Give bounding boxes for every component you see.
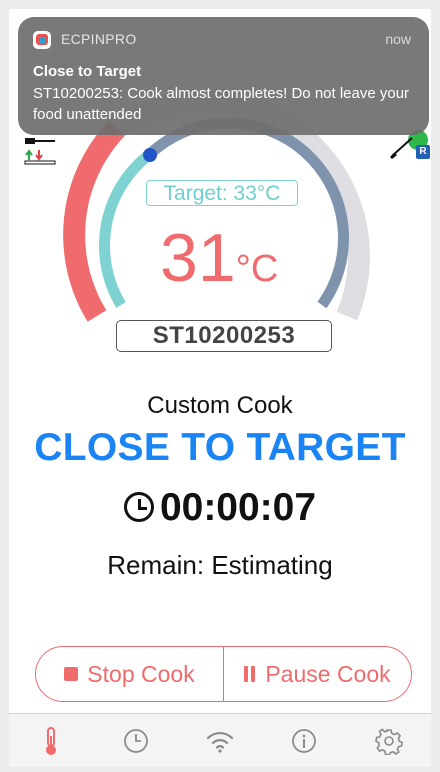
stop-cook-button[interactable]: Stop Cook [36, 647, 223, 701]
target-label: Target: 33°C [146, 180, 298, 206]
elapsed-time: 00:00:07 [159, 486, 317, 529]
wifi-icon [206, 731, 234, 753]
current-temperature: 31°C [160, 218, 278, 309]
thermometer-icon [46, 726, 57, 755]
probe-id: ST10200253 [116, 320, 332, 352]
elapsed-timer: 00:00:07 [0, 486, 440, 530]
notification-title: Close to Target [33, 63, 142, 80]
pause-cook-label: Pause Cook [265, 660, 391, 687]
pause-cook-button[interactable]: Pause Cook [223, 647, 411, 701]
tab-bar [9, 713, 431, 767]
tab-settings[interactable] [369, 721, 409, 761]
notification-time: now [385, 31, 411, 47]
stop-cook-label: Stop Cook [87, 660, 195, 687]
clock-icon [123, 728, 148, 753]
notification-app-name: ECPINPRO [61, 31, 137, 47]
tab-thermometer[interactable] [31, 721, 71, 761]
notification-banner[interactable]: ECPINPRO now Close to Target ST10200253:… [18, 17, 429, 135]
gear-icon [374, 727, 403, 755]
app-icon [33, 31, 51, 49]
temperature-unit: °C [235, 248, 279, 290]
tab-info[interactable] [284, 721, 324, 761]
tab-history[interactable] [116, 721, 156, 761]
cook-mode: Custom Cook [147, 392, 293, 419]
gauge-marker [143, 148, 157, 162]
clock-icon [123, 492, 154, 522]
cook-status: CLOSE TO TARGET [34, 426, 406, 469]
pause-icon [244, 666, 256, 682]
gauge-teal-arc [98, 149, 154, 308]
notification-body: ST10200253: Cook almost completes! Do no… [33, 85, 410, 123]
stop-icon [64, 667, 79, 681]
temperature-value: 31 [160, 220, 236, 296]
probe-icon [24, 138, 56, 165]
probe-badge: R [416, 145, 430, 159]
info-icon [292, 728, 317, 753]
remaining-time: Remain: Estimating [107, 550, 333, 580]
cook-controls: Stop Cook Pause Cook [35, 646, 412, 702]
tab-connection[interactable] [200, 721, 240, 761]
